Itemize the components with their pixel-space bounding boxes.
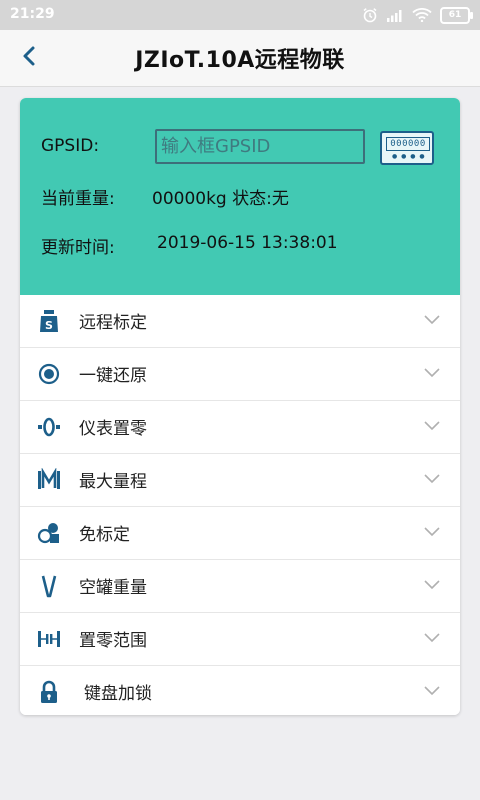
page-title: JZIoT.10A远程物联: [135, 48, 345, 73]
weight-value: 00000kg 状态:无: [152, 189, 289, 209]
update-time-value: 2019-06-15 13:38:01: [157, 233, 338, 253]
menu-item-label: 最大量程: [79, 472, 147, 492]
lock-icon: [41, 680, 57, 703]
menu-item-label: 键盘加锁: [84, 684, 152, 704]
top-bar: JZIoT.10A远程物联: [0, 30, 480, 87]
scan-meter-button[interactable]: 000000 ● ● ● ●: [380, 131, 434, 165]
device-info-panel: GPSID: 000000 ● ● ● ● 当前重量: 00000kg 状态:无…: [20, 98, 460, 295]
status-time: 21:29: [10, 6, 55, 22]
menu-item-meter-zero[interactable]: 仪表置零: [20, 401, 460, 454]
chevron-down-icon: [424, 686, 440, 696]
function-menu: S 远程标定 一键还原 仪表置零 最大量程 免标定 空罐重量 置零范围 键盘加锁: [20, 295, 460, 715]
range-icon: [38, 631, 60, 647]
menu-item-no-calibration[interactable]: 免标定: [20, 507, 460, 560]
weight-row: 当前重量: 00000kg 状态:无: [41, 184, 289, 209]
update-time-row: 更新时间: 2019-06-15 13:38:01: [41, 233, 338, 258]
menu-item-label: 远程标定: [79, 313, 147, 333]
menu-item-zero-range[interactable]: 置零范围: [20, 613, 460, 666]
svg-text:S: S: [45, 319, 53, 332]
menu-item-label: 免标定: [79, 525, 130, 545]
alarm-icon: [363, 8, 377, 23]
chevron-down-icon: [424, 421, 440, 431]
chevron-down-icon: [424, 633, 440, 643]
menu-item-empty-tank-weight[interactable]: 空罐重量: [20, 560, 460, 613]
menu-item-label: 一键还原: [79, 366, 147, 386]
status-icons: 61: [362, 6, 473, 24]
gpsid-input[interactable]: [155, 129, 365, 164]
menu-item-label: 空罐重量: [79, 578, 147, 598]
max-range-icon: [38, 468, 60, 489]
chevron-down-icon: [424, 527, 440, 537]
tank-icon: [41, 575, 57, 598]
shapes-icon: [37, 523, 59, 544]
chevron-down-icon: [424, 368, 440, 378]
zero-icon: [38, 417, 60, 437]
menu-item-max-range[interactable]: 最大量程: [20, 454, 460, 507]
signal-icon: [387, 10, 402, 22]
chevron-down-icon: [424, 474, 440, 484]
wifi-icon: [412, 8, 432, 22]
menu-item-remote-calibration[interactable]: S 远程标定: [20, 295, 460, 348]
meter-digits: 000000: [386, 137, 430, 151]
battery-icon: 61: [440, 6, 473, 24]
meter-dots-icon: ● ● ● ●: [392, 153, 426, 160]
weight-label: 当前重量:: [41, 189, 115, 209]
chevron-down-icon: [424, 580, 440, 590]
menu-item-label: 置零范围: [79, 631, 147, 651]
menu-item-keyboard-lock[interactable]: 键盘加锁: [20, 666, 460, 715]
device-card: GPSID: 000000 ● ● ● ● 当前重量: 00000kg 状态:无…: [20, 98, 460, 715]
chevron-down-icon: [424, 315, 440, 325]
menu-item-label: 仪表置零: [79, 419, 147, 439]
radio-dot-icon: [38, 363, 60, 385]
status-bar: 21:29 61: [0, 0, 480, 30]
update-time-label: 更新时间:: [41, 238, 115, 258]
weight-icon: S: [40, 310, 58, 332]
menu-item-one-key-restore[interactable]: 一键还原: [20, 348, 460, 401]
gpsid-label: GPSID:: [41, 136, 100, 156]
